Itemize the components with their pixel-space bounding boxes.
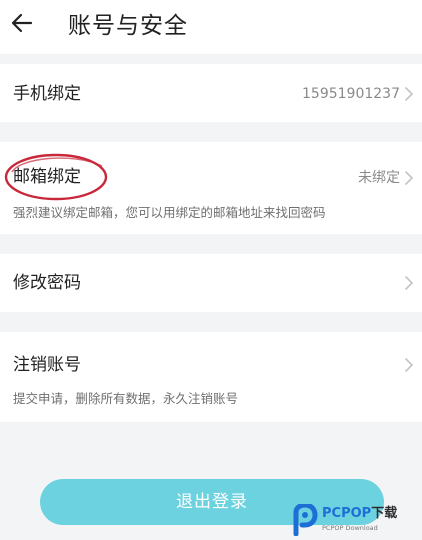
annotation-circle [4,153,108,201]
phone-binding-row[interactable]: 手机绑定 15951901237 [0,64,422,122]
pcpop-logo-icon [293,504,318,536]
phone-number-value: 15951901237 [302,86,400,102]
deactivate-account-hint: 提交申请，删除所有数据，永久注销账号 [13,391,239,406]
watermark: PCPOP下载 PCPOP Download [292,502,422,540]
change-password-title: 修改密码 [13,273,81,293]
deactivate-account-row[interactable]: 注销账号 提交申请，删除所有数据，永久注销账号 [0,332,422,422]
back-button[interactable] [8,9,36,37]
arrow-left-icon [11,13,33,33]
watermark-subtitle: PCPOP Download [322,524,378,532]
email-status-value: 未绑定 [358,170,400,186]
chevron-right-icon [405,87,413,101]
app-header: 账号与安全 [0,0,422,54]
change-password-row[interactable]: 修改密码 [0,254,422,312]
phone-binding-title: 手机绑定 [13,84,81,104]
watermark-brand: PCPOP下载 [322,506,398,521]
email-binding-hint: 强烈建议绑定邮箱，您可以用绑定的邮箱地址来找回密码 [13,205,326,220]
chevron-right-icon [405,276,413,290]
page-title: 账号与安全 [68,13,188,39]
deactivate-account-title: 注销账号 [13,355,81,375]
chevron-right-icon [405,358,413,372]
chevron-right-icon [405,171,413,185]
